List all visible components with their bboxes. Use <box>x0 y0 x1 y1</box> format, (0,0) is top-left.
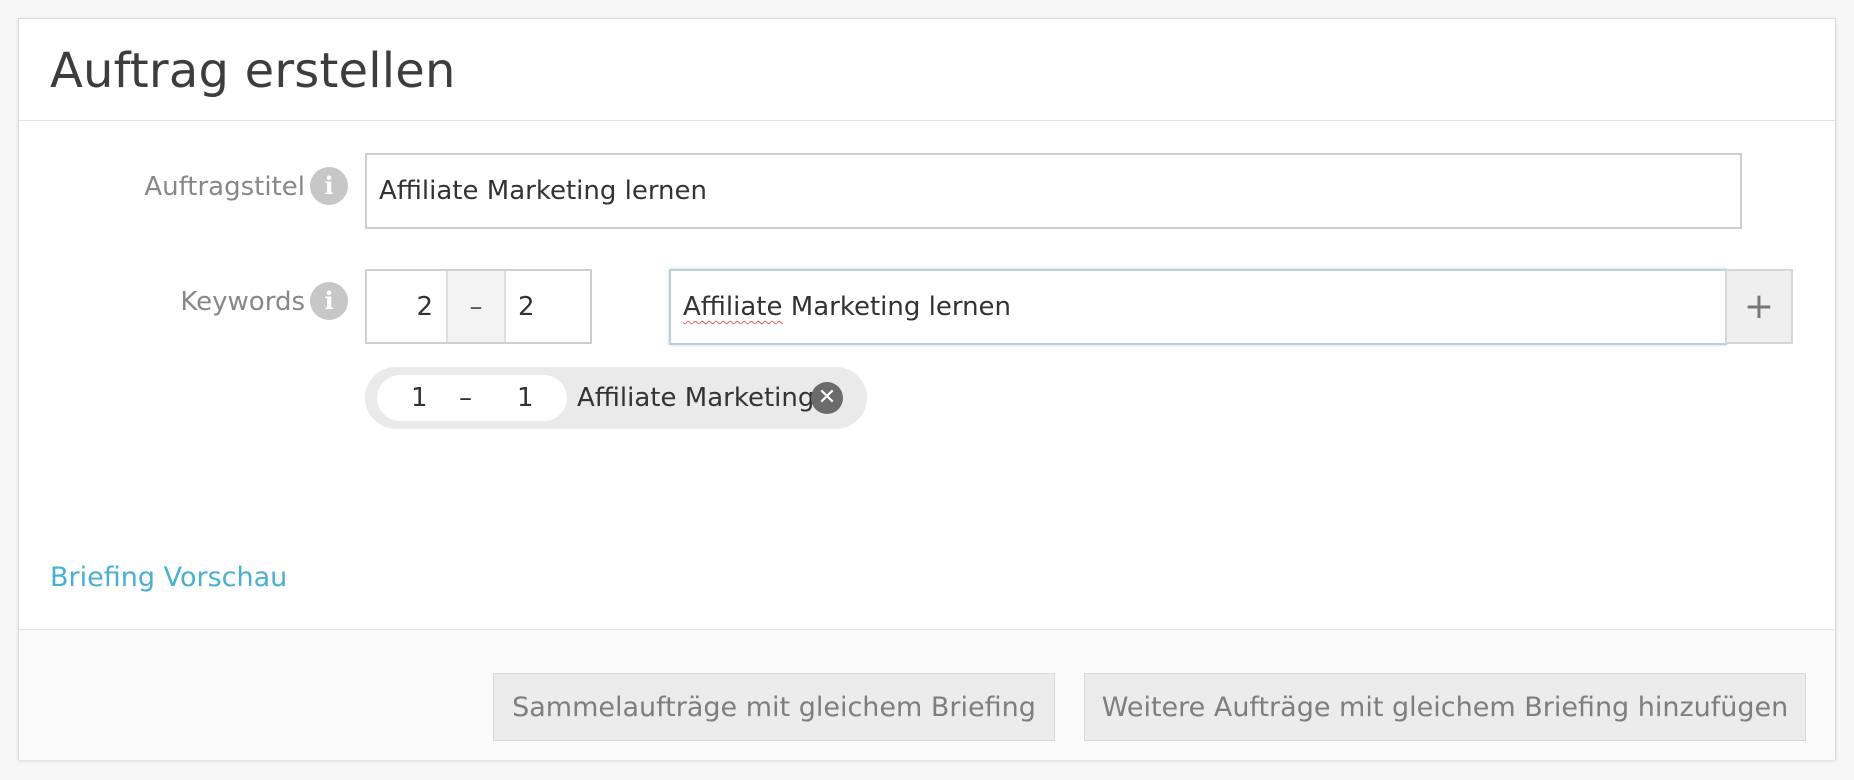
chip-count-range: 1 – 1 <box>377 375 567 421</box>
chip-range-min[interactable]: 1 <box>411 375 428 421</box>
keyword-input[interactable]: Affiliate Marketing lernen <box>669 269 1727 345</box>
add-keyword-button[interactable]: + <box>1725 269 1793 344</box>
page-title: Auftrag erstellen <box>50 43 456 99</box>
keyword-range-min[interactable]: 2 <box>367 271 433 342</box>
keywords-label: Keywords <box>180 287 305 317</box>
chip-range-separator: – <box>459 383 472 413</box>
chip-range-max[interactable]: 1 <box>517 375 534 421</box>
panel-footer: Sammelaufträge mit gleichem Briefing Wei… <box>19 629 1835 760</box>
keyword-input-misspelled-word: Affiliate <box>683 292 783 322</box>
keyword-count-range: 2 – 2 <box>365 269 592 344</box>
order-title-input[interactable] <box>365 153 1742 229</box>
keyword-chip: 1 – 1 Affiliate Marketing ✕ <box>365 367 867 429</box>
keyword-input-text: Marketing lernen <box>782 292 1012 322</box>
order-title-label: Auftragstitel <box>144 172 305 202</box>
chip-label: Affiliate Marketing <box>577 383 815 413</box>
panel-header: Auftrag erstellen <box>19 19 1835 121</box>
create-order-panel: Auftrag erstellen Auftragstitel i Keywor… <box>18 18 1836 760</box>
close-circle-icon[interactable]: ✕ <box>811 382 843 414</box>
keyword-range-max[interactable]: 2 <box>506 271 588 342</box>
add-more-orders-button[interactable]: Weitere Aufträge mit gleichem Briefing h… <box>1084 673 1806 741</box>
info-icon[interactable]: i <box>310 282 348 320</box>
briefing-preview-link[interactable]: Briefing Vorschau <box>50 562 287 593</box>
keyword-range-separator: – <box>446 271 506 342</box>
info-icon[interactable]: i <box>310 167 348 205</box>
batch-orders-button[interactable]: Sammelaufträge mit gleichem Briefing <box>493 673 1055 741</box>
